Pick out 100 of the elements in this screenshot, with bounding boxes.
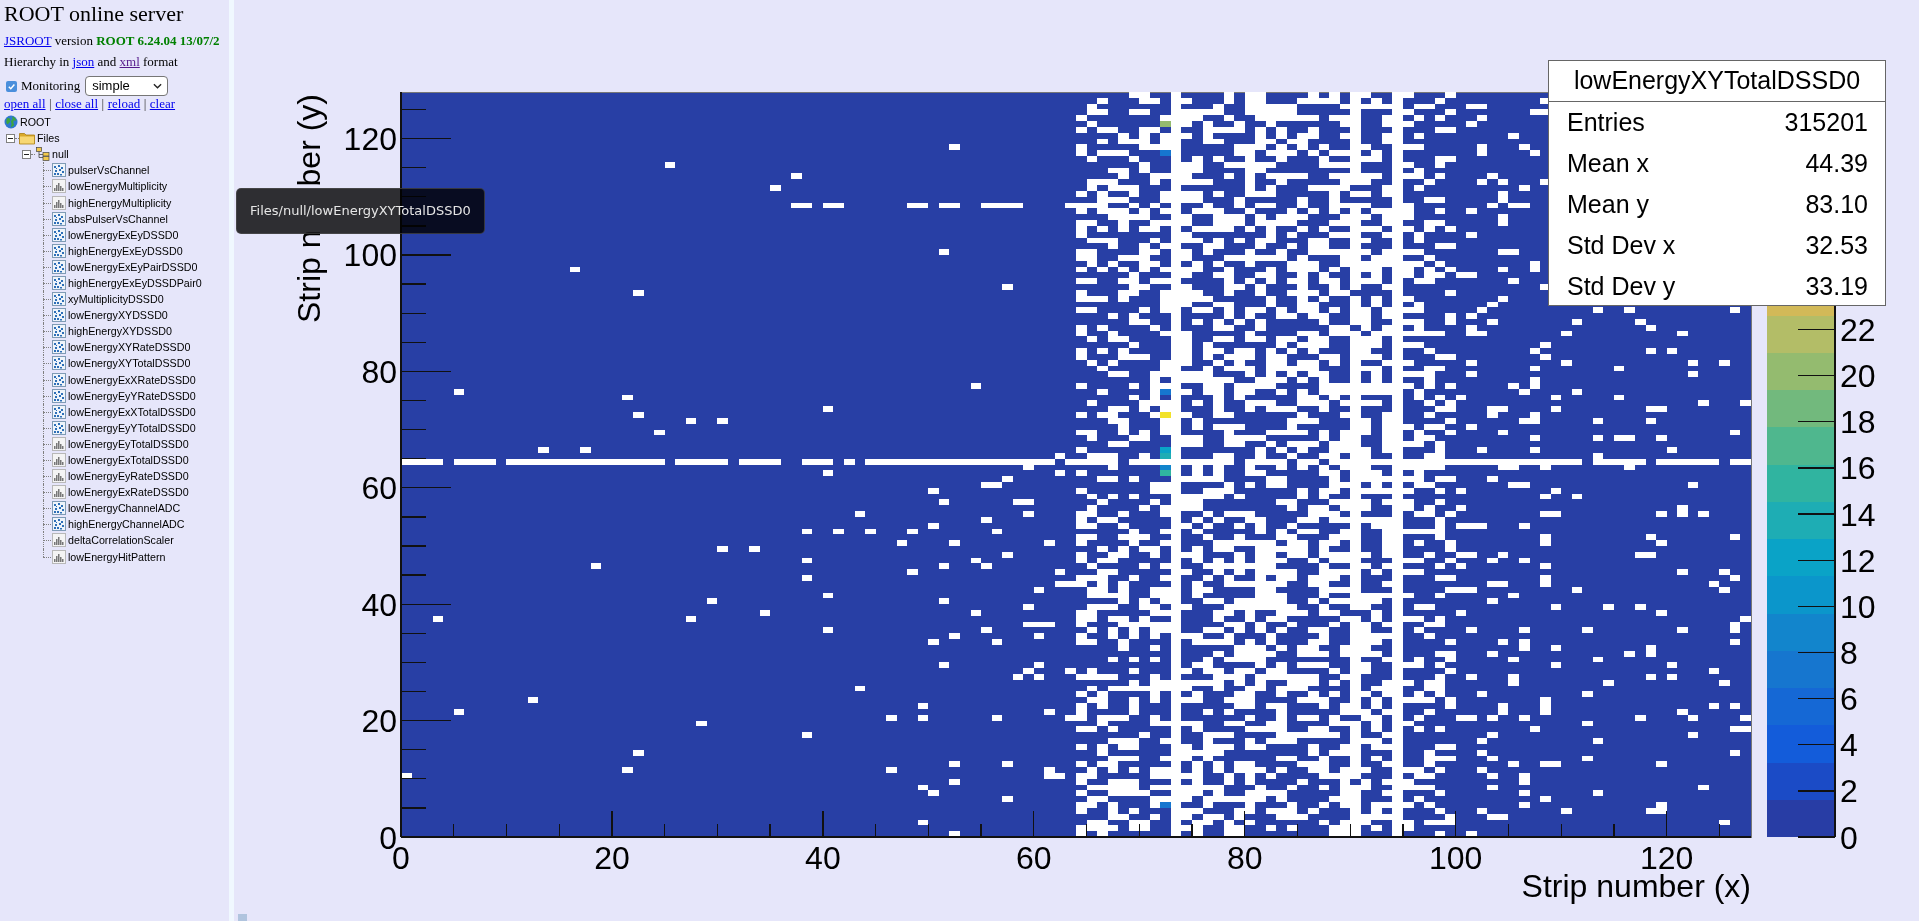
tooltip: Files/null/lowEnergyXYTotalDSSD0 bbox=[236, 188, 485, 234]
tree-item[interactable]: lowEnergyXYRateDSSD0 bbox=[51, 339, 191, 356]
link-separator: | bbox=[101, 96, 105, 112]
heatmap-icon bbox=[52, 340, 66, 355]
axis-tick-label: 40 bbox=[361, 586, 397, 623]
tree-action-link[interactable]: clear bbox=[149, 96, 176, 112]
tree-item[interactable]: lowEnergyEyYTotalDSSD0 bbox=[51, 419, 196, 436]
tree-item[interactable]: lowEnergyExEyPairDSSD0 bbox=[51, 258, 198, 275]
home-link[interactable]: JSROOT bbox=[4, 33, 52, 48]
chevron-down-icon bbox=[153, 83, 163, 89]
tree-item[interactable]: lowEnergyHitPattern bbox=[51, 548, 166, 565]
tree-item[interactable]: absPulserVsChannel bbox=[51, 210, 168, 227]
palette-tick-label: 0 bbox=[1840, 819, 1858, 856]
palette-tick-label: 14 bbox=[1840, 496, 1876, 533]
palette-tick-label: 2 bbox=[1840, 773, 1858, 810]
stats-value: 44.39 bbox=[1805, 147, 1868, 179]
tree-item[interactable]: lowEnergyEyRateDSSD0 bbox=[51, 468, 189, 485]
palette-tick-label: 12 bbox=[1840, 542, 1876, 579]
stats-label: Std Dev x bbox=[1567, 229, 1676, 261]
heatmap-icon bbox=[52, 259, 66, 274]
heatmap-icon bbox=[52, 227, 66, 242]
axis-tick-label: 80 bbox=[1226, 840, 1263, 876]
mode-select[interactable]: simple bbox=[85, 76, 169, 96]
monitoring-checkbox[interactable] bbox=[6, 80, 17, 92]
tree-item[interactable]: lowEnergyEyYRateDSSD0 bbox=[51, 387, 196, 404]
axis-tick-label: 60 bbox=[361, 470, 397, 507]
tree-item[interactable]: deltaCorrelationScaler bbox=[51, 532, 174, 549]
format-link[interactable]: xml bbox=[119, 54, 140, 69]
tree-item[interactable]: lowEnergyXYTotalDSSD0 bbox=[51, 355, 191, 372]
stats-label: Std Dev y bbox=[1567, 270, 1676, 302]
histogram-bin bbox=[1160, 802, 1171, 808]
palette-tick-label: 22 bbox=[1840, 311, 1876, 348]
heatmap-icon bbox=[52, 211, 66, 226]
hierarchy-line: Hierarchy in json and xml format bbox=[3, 54, 179, 70]
heatmap-icon bbox=[52, 388, 66, 403]
stats-label: Mean x bbox=[1567, 147, 1649, 179]
palette-tick-label: 8 bbox=[1840, 634, 1858, 671]
axis-tick-label: 40 bbox=[805, 840, 841, 876]
y-axis-title: ber (y) bbox=[291, 94, 327, 187]
palette-tick-label: 18 bbox=[1840, 404, 1876, 441]
tree-item[interactable]: lowEnergyXYDSSD0 bbox=[51, 307, 168, 324]
heatmap-icon bbox=[52, 163, 66, 178]
tree-item[interactable]: lowEnergyExEyDSSD0 bbox=[51, 226, 179, 243]
histogram-bin bbox=[1160, 150, 1171, 156]
tree-item[interactable]: highEnergyXYDSSD0 bbox=[51, 323, 172, 340]
tree-item[interactable]: ROOT bbox=[3, 114, 51, 131]
axis-tick-label: 100 bbox=[343, 237, 397, 274]
tree-item[interactable]: lowEnergyChannelADC bbox=[51, 500, 181, 517]
heatmap-icon bbox=[52, 404, 66, 419]
heatmap-icon bbox=[52, 276, 66, 290]
link-separator: | bbox=[49, 96, 52, 112]
heatmap-icon bbox=[52, 372, 66, 387]
axis-tick-label: 100 bbox=[1429, 840, 1483, 876]
minus-box-icon[interactable] bbox=[6, 133, 15, 143]
format-link[interactable]: json bbox=[72, 54, 95, 69]
axis-tick-label: 60 bbox=[1016, 840, 1052, 876]
tree-item[interactable]: lowEnergyMultiplicity bbox=[51, 178, 168, 195]
minus-box-icon[interactable] bbox=[22, 149, 31, 159]
tree-item[interactable]: lowEnergyExXRateDSSD0 bbox=[51, 371, 196, 388]
histogram-bin bbox=[1160, 388, 1171, 395]
tree-item[interactable]: pulserVsChannel bbox=[51, 162, 150, 179]
link-separator: | bbox=[143, 96, 147, 112]
tree-item[interactable]: highEnergyChannelADC bbox=[51, 516, 185, 533]
tree-item[interactable]: xyMultiplicityDSSD0 bbox=[51, 291, 164, 308]
tree-item[interactable]: lowEnergyExTotalDSSD0 bbox=[51, 451, 189, 469]
heatmap-icon bbox=[52, 324, 66, 339]
version-line: JSROOT version ROOT 6.24.04 13/07/2 bbox=[3, 33, 221, 49]
heatmap-icon bbox=[52, 308, 66, 323]
palette-tick-label: 6 bbox=[1840, 681, 1858, 718]
page-title: ROOT online server bbox=[3, 0, 185, 25]
monitoring-label: Monitoring bbox=[21, 78, 81, 94]
palette-tick-label: 20 bbox=[1840, 358, 1876, 395]
tree-action-link[interactable]: close all bbox=[55, 96, 99, 112]
stats-value: 32.53 bbox=[1805, 229, 1868, 261]
stats-title: lowEnergyXYTotalDSSD0 bbox=[1549, 61, 1885, 102]
stats-value: 315201 bbox=[1784, 106, 1868, 138]
axis-tick-label: 120 bbox=[343, 121, 397, 158]
globe-icon bbox=[4, 115, 18, 130]
tree-item[interactable]: highEnergyExEyDSSD0 bbox=[51, 242, 183, 259]
tree-item[interactable]: highEnergyExEyDSSDPair0 bbox=[51, 274, 202, 292]
tree-item[interactable]: highEnergyMultiplicity bbox=[51, 194, 172, 211]
heatmap-icon bbox=[52, 356, 66, 371]
tree-item[interactable]: lowEnergyExXTotalDSSD0 bbox=[51, 403, 196, 420]
stats-label: Mean y bbox=[1567, 188, 1649, 220]
tree-item[interactable]: lowEnergyEyTotalDSSD0 bbox=[51, 435, 189, 452]
heatmap-icon bbox=[52, 292, 66, 307]
tree-action-link[interactable]: reload bbox=[107, 96, 141, 112]
x-axis-title: Strip number (x) bbox=[1521, 868, 1751, 904]
stats-value: 33.19 bbox=[1805, 270, 1868, 302]
tree-item[interactable]: lowEnergyExRateDSSD0 bbox=[51, 484, 189, 501]
tree-item[interactable]: null bbox=[35, 146, 69, 163]
stats-value: 83.10 bbox=[1805, 188, 1868, 220]
axis-tick-label: 20 bbox=[361, 703, 397, 740]
palette-tick-label: 4 bbox=[1840, 727, 1858, 764]
tree-item[interactable]: Files bbox=[19, 130, 60, 147]
histogram-bin bbox=[1160, 412, 1171, 418]
tree-action-link[interactable]: open all bbox=[4, 96, 46, 112]
heatmap-icon bbox=[52, 243, 66, 258]
heatmap-icon bbox=[52, 420, 66, 435]
square-handle-icon[interactable] bbox=[238, 914, 247, 921]
